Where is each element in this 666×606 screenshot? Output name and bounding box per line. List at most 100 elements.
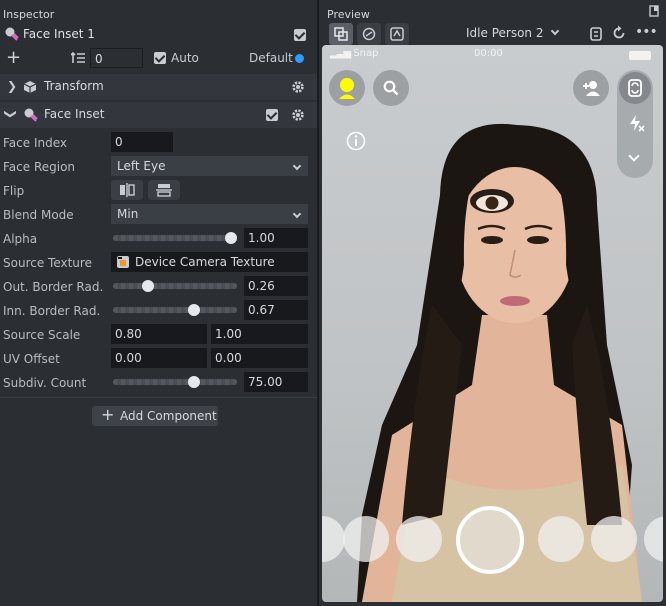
ghost-avatar-icon xyxy=(339,78,355,99)
layer-field[interactable]: 0 xyxy=(90,48,143,68)
add-friend-button[interactable] xyxy=(573,70,609,106)
alpha-label: Alpha xyxy=(3,232,38,246)
source-scale-label: Source Scale xyxy=(3,328,81,342)
uv-offset-y-field[interactable]: 0.00 xyxy=(211,348,308,368)
flip-camera-icon xyxy=(628,79,642,97)
info-icon[interactable] xyxy=(346,131,366,151)
face-inset-enabled-checkbox[interactable] xyxy=(266,109,278,121)
transform-icon xyxy=(23,81,37,93)
face-region-label: Face Region xyxy=(3,160,76,174)
source-scale-y-field[interactable]: 1.00 xyxy=(211,324,308,344)
add-icon[interactable]: + xyxy=(6,47,21,68)
inner-border-slider[interactable] xyxy=(113,307,237,313)
subdiv-count-field[interactable]: 75.00 xyxy=(244,372,308,392)
blend-mode-value: Min xyxy=(117,207,139,221)
preview-mode-button[interactable] xyxy=(329,23,353,45)
subdiv-count-label: Subdiv. Count xyxy=(3,376,87,390)
subdiv-count-slider-knob[interactable] xyxy=(188,376,200,388)
face-inset-icon xyxy=(24,108,38,122)
face-inset-icon xyxy=(5,27,19,41)
status-dot xyxy=(295,54,304,63)
object-header: Face Inset 1 xyxy=(0,24,317,46)
preview-preset-dropdown[interactable]: Idle Person 2 xyxy=(466,26,560,40)
outer-border-slider-knob[interactable] xyxy=(142,280,154,292)
chevron-down-icon xyxy=(551,26,560,36)
lens-carousel-item[interactable] xyxy=(396,516,442,562)
transform-section-header[interactable]: ❯ Transform xyxy=(0,74,317,100)
outer-border-slider[interactable] xyxy=(113,283,237,289)
alpha-field[interactable]: 1.00 xyxy=(244,228,308,248)
object-enabled-checkbox[interactable] xyxy=(294,29,306,41)
inner-border-slider-knob[interactable] xyxy=(188,304,200,316)
camera-lens-icon xyxy=(362,27,376,41)
profile-button[interactable] xyxy=(329,70,365,106)
inner-border-label: Inn. Border Rad. xyxy=(3,304,101,318)
face-index-label: Face Index xyxy=(3,136,67,150)
reset-icon[interactable] xyxy=(611,25,627,41)
source-texture-value: Device Camera Texture xyxy=(135,255,275,269)
preview-title: Preview xyxy=(327,8,370,21)
outer-border-field[interactable]: 0.26 xyxy=(244,276,308,296)
chevron-right-icon[interactable]: ❯ xyxy=(7,79,17,93)
gear-icon[interactable] xyxy=(291,80,305,94)
search-icon xyxy=(383,80,399,96)
chevron-down-icon[interactable] xyxy=(628,150,640,162)
alpha-slider-knob[interactable] xyxy=(225,232,237,244)
panel-menu-icon[interactable] xyxy=(649,5,659,17)
blend-mode-label: Blend Mode xyxy=(3,208,74,222)
object-name[interactable]: Face Inset 1 xyxy=(23,27,95,41)
face-region-value: Left Eye xyxy=(117,159,166,173)
default-label: Default xyxy=(249,51,293,65)
flip-horizontal-button[interactable] xyxy=(111,180,143,200)
lens-carousel-item[interactable] xyxy=(591,516,637,562)
chevron-down-icon[interactable]: ❯ xyxy=(4,109,18,119)
uv-offset-label: UV Offset xyxy=(3,352,60,366)
source-scale-x-field[interactable]: 0.80 xyxy=(111,324,207,344)
source-texture-field[interactable]: Device Camera Texture xyxy=(111,252,308,272)
inner-border-field[interactable]: 0.67 xyxy=(244,300,308,320)
more-options-icon[interactable]: ••• xyxy=(635,24,658,40)
face-index-field[interactable]: 0 xyxy=(111,132,173,152)
face-inset-section-header[interactable]: ❯ Face Inset xyxy=(0,102,317,128)
flip-camera-button[interactable] xyxy=(619,72,651,104)
device-mode-button[interactable] xyxy=(385,23,409,45)
transform-label: Transform xyxy=(44,79,104,93)
plus-icon: + xyxy=(101,405,115,424)
blend-mode-dropdown[interactable]: Min xyxy=(111,204,308,224)
preview-viewport[interactable]: ▂▃▅ Snap 00:00 xyxy=(322,45,663,602)
layers-icon xyxy=(71,52,85,63)
inspector-title: Inspector xyxy=(3,8,55,21)
flip-vertical-icon xyxy=(156,184,172,197)
preview-preset-value: Idle Person 2 xyxy=(466,26,544,40)
auto-label: Auto xyxy=(171,51,199,65)
add-friend-icon xyxy=(583,81,600,96)
flash-off-icon[interactable] xyxy=(627,114,645,132)
add-component-button[interactable]: + Add Component xyxy=(92,405,218,426)
alpha-slider[interactable] xyxy=(113,235,237,241)
flip-label: Flip xyxy=(3,184,25,198)
camera-mode-button[interactable] xyxy=(357,23,381,45)
subdiv-count-slider[interactable] xyxy=(113,379,237,385)
lens-carousel-item[interactable] xyxy=(538,516,584,562)
layer-row: + 0 Auto Default xyxy=(0,47,317,70)
auto-checkbox[interactable] xyxy=(154,52,166,64)
swap-camera-icon[interactable] xyxy=(588,26,604,42)
search-button[interactable] xyxy=(373,70,409,106)
device-icon xyxy=(390,27,404,41)
capture-button[interactable] xyxy=(456,506,524,574)
source-texture-label: Source Texture xyxy=(3,256,92,270)
camera-side-bar xyxy=(617,70,653,178)
flip-horizontal-icon xyxy=(120,183,135,197)
outer-border-label: Out. Border Rad. xyxy=(3,280,104,294)
gear-icon[interactable] xyxy=(291,108,305,122)
copy-frame-icon xyxy=(334,27,348,41)
uv-offset-x-field[interactable]: 0.00 xyxy=(111,348,207,368)
lens-carousel-item[interactable] xyxy=(343,516,389,562)
flip-vertical-button[interactable] xyxy=(148,180,180,200)
chevron-down-icon xyxy=(292,209,302,219)
divider xyxy=(0,397,317,398)
inspector-panel: Inspector Face Inset 1 + 0 Auto Default … xyxy=(0,0,317,606)
face-region-dropdown[interactable]: Left Eye xyxy=(111,156,308,176)
texture-icon xyxy=(117,256,129,268)
status-carrier: ▂▃▅ Snap xyxy=(330,48,379,59)
